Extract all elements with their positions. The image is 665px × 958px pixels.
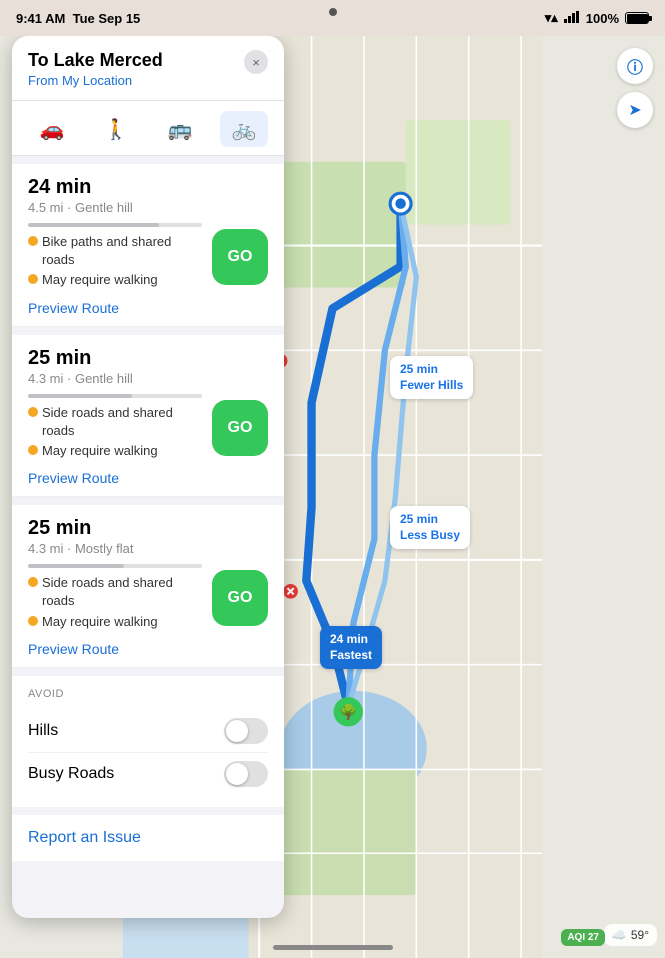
route-card-1: 24 min 4.5 mi · Gentle hill Bike paths a…	[12, 164, 284, 327]
avoid-hills-toggle[interactable]	[224, 718, 268, 744]
route-3-note-1: Side roads and shared roads	[28, 574, 202, 610]
avoid-busy-thumb	[226, 763, 248, 785]
signal-icon	[564, 11, 580, 26]
route-3-preview-link[interactable]: Preview Route	[28, 641, 268, 657]
weather-badge: ☁️ 59°	[604, 924, 657, 946]
aqi-badge: AQI 27	[561, 929, 605, 946]
route-1-go-button[interactable]: GO	[212, 229, 268, 285]
info-button[interactable]: ⓘ	[617, 48, 653, 84]
location-button[interactable]: ➤	[617, 92, 653, 128]
route-2-note-1: Side roads and shared roads	[28, 404, 202, 440]
route-3-info: Side roads and shared roads May require …	[28, 564, 202, 633]
destination-title: To Lake Merced	[28, 50, 163, 71]
route-2-info: Side roads and shared roads May require …	[28, 394, 202, 463]
route-1-info: Bike paths and shared roads May require …	[28, 223, 202, 292]
map-label-less-busy: 25 minLess Busy	[390, 506, 470, 549]
route-1-time: 24 min	[28, 176, 268, 199]
svg-text:🌳: 🌳	[339, 703, 357, 721]
route-1-note-1: Bike paths and shared roads	[28, 233, 202, 269]
camera-notch	[329, 8, 337, 16]
route-3-go-button[interactable]: GO	[212, 570, 268, 626]
close-button[interactable]: ×	[244, 50, 268, 74]
weather-icon: ☁️	[612, 928, 627, 942]
route-2-time: 25 min	[28, 347, 268, 370]
route-1-preview-link[interactable]: Preview Route	[28, 300, 268, 316]
route-1-note-2: May require walking	[28, 271, 202, 289]
route-1-detail: 4.5 mi · Gentle hill	[28, 200, 268, 215]
wifi-icon: ▾▴	[545, 10, 558, 26]
map-label-fastest: 24 minFastest	[320, 626, 382, 669]
avoid-busy-toggle[interactable]	[224, 761, 268, 787]
route-3-detail: 4.3 mi · Mostly flat	[28, 541, 268, 556]
home-indicator	[273, 945, 393, 950]
route-2-detail: 4.3 mi · Gentle hill	[28, 371, 268, 386]
status-time: 9:41 AM Tue Sep 15	[16, 11, 140, 26]
route-2-go-button[interactable]: GO	[212, 400, 268, 456]
route-1-progress	[28, 223, 202, 227]
panel-header: To Lake Merced From My Location ×	[12, 36, 284, 101]
route-card-2: 25 min 4.3 mi · Gentle hill Side roads a…	[12, 335, 284, 498]
route-3-progress	[28, 564, 202, 568]
report-section: Report an Issue	[12, 815, 284, 861]
avoid-hills-thumb	[226, 720, 248, 742]
tab-transit[interactable]: 🚌	[156, 111, 204, 147]
route-3-note-2: May require walking	[28, 613, 202, 631]
avoid-busy-label: Busy Roads	[28, 765, 114, 783]
status-bar: 9:41 AM Tue Sep 15 ▾▴ 100%	[0, 0, 665, 36]
directions-panel: To Lake Merced From My Location × 🚗 🚶 🚌 …	[12, 36, 284, 918]
battery-percent: 100%	[586, 11, 619, 26]
from-location[interactable]: My Location	[62, 73, 132, 88]
status-right: ▾▴ 100%	[545, 10, 649, 26]
transport-tabs: 🚗 🚶 🚌 🚲	[12, 101, 284, 156]
avoid-busy-row: Busy Roads	[28, 753, 268, 795]
route-2-note-2: May require walking	[28, 442, 202, 460]
avoid-hills-row: Hills	[28, 710, 268, 753]
tab-bike[interactable]: 🚲	[220, 111, 268, 147]
avoid-section: AVOID Hills Busy Roads	[12, 676, 284, 807]
battery-icon	[625, 12, 649, 24]
tab-car[interactable]: 🚗	[28, 111, 76, 147]
avoid-title: AVOID	[28, 688, 268, 700]
tab-walk[interactable]: 🚶	[92, 111, 140, 147]
avoid-hills-label: Hills	[28, 722, 58, 740]
route-2-progress	[28, 394, 202, 398]
route-3-time: 25 min	[28, 517, 268, 540]
route-2-preview-link[interactable]: Preview Route	[28, 470, 268, 486]
map-label-fewer-hills: 25 minFewer Hills	[390, 356, 473, 399]
from-row: From My Location	[28, 73, 163, 88]
temperature: 59°	[631, 928, 649, 942]
report-issue-link[interactable]: Report an Issue	[28, 829, 141, 846]
route-card-3: 25 min 4.3 mi · Mostly flat Side roads a…	[12, 505, 284, 668]
